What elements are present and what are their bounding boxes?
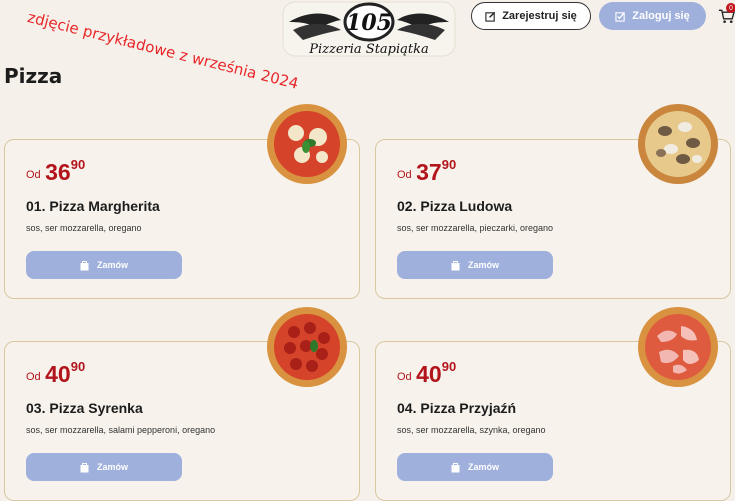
pizza-syrenka-image: [267, 307, 347, 387]
price: Od 3790: [397, 157, 457, 185]
svg-text:105: 105: [346, 10, 392, 36]
product-name: 01. Pizza Margherita: [26, 198, 160, 214]
product-description: sos, ser mozzarella, pieczarki, oregano: [397, 223, 554, 233]
section-title: Pizza: [4, 64, 63, 88]
svg-text:Pizzeria Stapiątka: Pizzeria Stapiątka: [308, 42, 429, 57]
login-icon: [615, 11, 625, 22]
register-label: Zarejestruj się: [502, 10, 577, 22]
pizza-margherita-image: [267, 104, 347, 184]
edit-icon: [485, 11, 496, 22]
bag-icon: [451, 260, 460, 270]
product-name: 03. Pizza Syrenka: [26, 400, 143, 416]
bag-icon: [80, 260, 89, 270]
cart-count-badge: 0: [726, 3, 735, 13]
product-description: sos, ser mozzarella, szynka, oregano: [397, 425, 546, 435]
price: Od 4090: [397, 359, 457, 387]
pizzeria-logo[interactable]: 105 Pizzeria Stapiątka: [279, 0, 459, 60]
login-label: Zaloguj się: [632, 10, 690, 22]
pizza-przyjazn-image: [638, 307, 718, 387]
register-button[interactable]: Zarejestruj się: [471, 2, 591, 30]
login-button[interactable]: Zaloguj się: [599, 2, 706, 30]
price: Od 4090: [26, 359, 86, 387]
order-button[interactable]: Zamów: [26, 251, 182, 279]
price: Od 3690: [26, 157, 86, 185]
bag-icon: [451, 462, 460, 472]
bag-icon: [80, 462, 89, 472]
product-description: sos, ser mozzarella, oregano: [26, 223, 142, 233]
order-button[interactable]: Zamów: [397, 251, 553, 279]
pizza-ludowa-image: [638, 104, 718, 184]
product-description: sos, ser mozzarella, salami pepperoni, o…: [26, 425, 216, 435]
product-name: 02. Pizza Ludowa: [397, 198, 513, 214]
order-button[interactable]: Zamów: [26, 453, 182, 481]
product-name: 04. Pizza Przyjaźń: [397, 400, 517, 416]
order-button[interactable]: Zamów: [397, 453, 553, 481]
